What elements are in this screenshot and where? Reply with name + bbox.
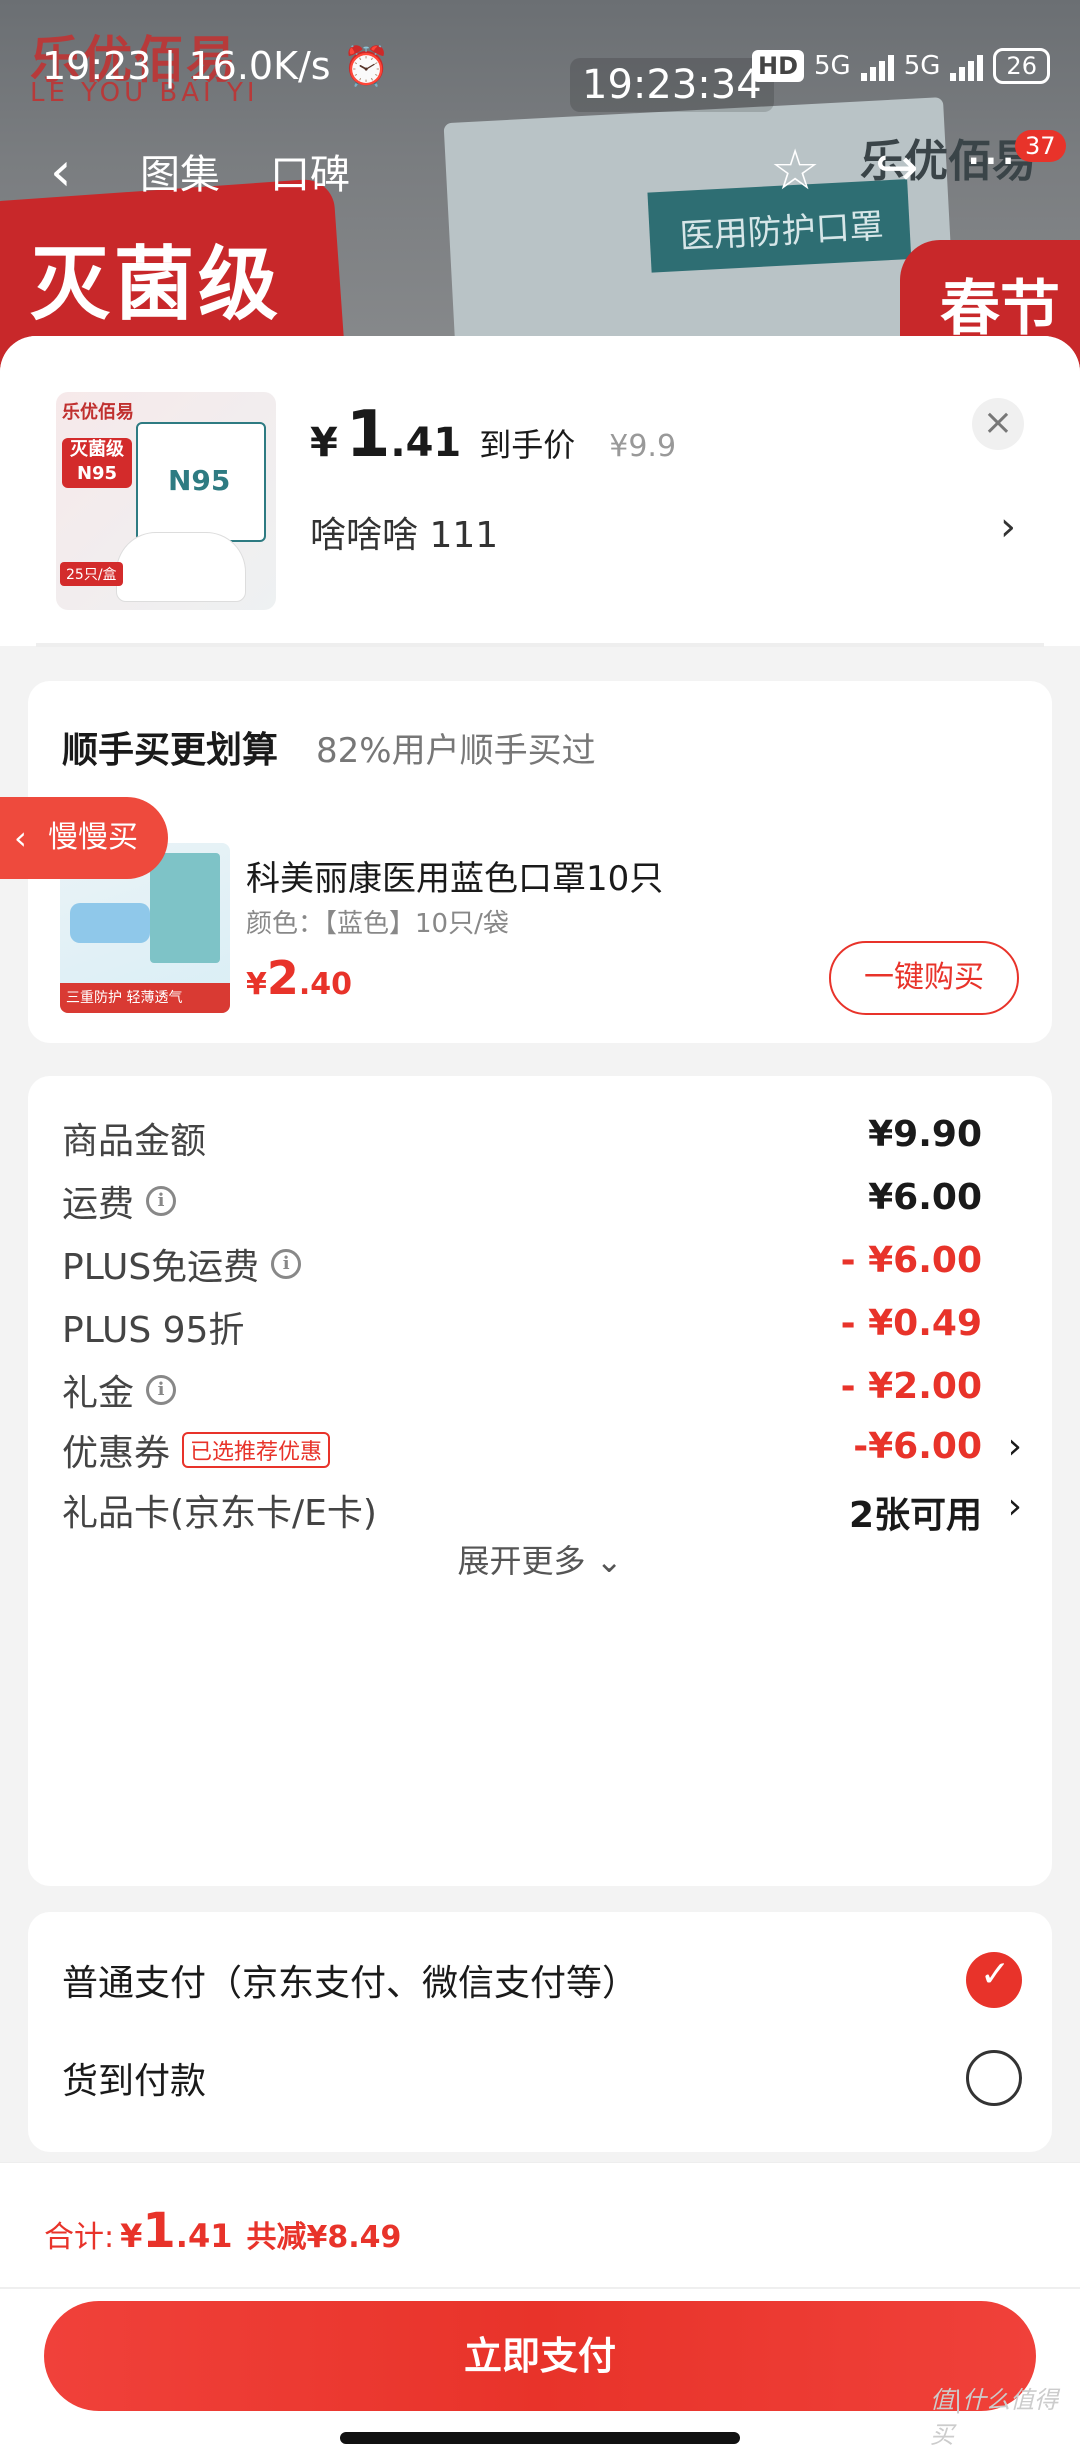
close-icon[interactable]: × [972,398,1024,450]
addon-spec: 颜色：【蓝色】10只/袋 [246,909,509,939]
expand-more-button[interactable]: 展开更多 ⌄ [28,1536,1052,1582]
info-icon[interactable]: i [271,1249,302,1279]
radio-checked-icon[interactable]: ✓ [966,1952,1022,2008]
favorite-star-icon[interactable]: ☆ [770,138,820,203]
back-arrow-icon[interactable]: ‹ [50,140,72,203]
product-nav-bar: ‹ 图集 口碑 ☆ ↪ ⋯ 37 [0,130,1080,230]
addon-thumb-strip: 三重防护 轻薄透气 [60,983,230,1013]
status-time: 19:23 | 16.0K/s ⏰ [42,44,391,88]
order-total: 合计: ¥1.41 共减¥8.49 [44,2203,402,2259]
coupon-recommended-tag: 已选推荐优惠 [182,1432,331,1468]
thumb-box: N95 [136,422,266,542]
final-price: ¥1.41 到手价 ¥9.9 [310,398,677,472]
fee-row-gift-money: 礼金 i - ¥2.00 [62,1366,982,1414]
message-count-badge: 37 [1015,130,1066,162]
addon-recommendation-card: 顺手买更划算 82%用户顺手买过 三重防护 轻薄透气 科美丽康医用蓝色口罩10只… [28,681,1052,1043]
pay-now-button[interactable]: 立即支付 [44,2301,1036,2411]
share-icon[interactable]: ↪ [875,138,919,198]
signal-icon [860,51,894,81]
final-price-label: 到手价 [479,426,576,464]
home-indicator[interactable] [340,2432,740,2444]
status-indicators: HD 5G 5G 26 [752,48,1050,84]
price-tracker-tab[interactable]: ‹ 慢慢买 [0,797,168,879]
chevron-right-icon[interactable]: › [1008,1426,1022,1467]
banner-text: 灭菌级 [30,238,282,331]
payment-option-cod[interactable]: 货到付款 [62,2040,1022,2120]
thumb-badge: 灭菌级 N95 [62,438,132,488]
more-icon[interactable]: ⋯ [965,130,1017,190]
addon-name[interactable]: 科美丽康医用蓝色口罩10只 [246,851,663,900]
thumb-brand: 乐优佰易 [62,402,134,423]
fee-row-plus-free-shipping: PLUS免运费 i - ¥6.00 [62,1240,982,1288]
fee-row-plus-discount: PLUS 95折 - ¥0.49 [62,1303,982,1351]
info-icon[interactable]: i [146,1375,177,1405]
divider [36,643,1044,647]
total-savings: 共减¥8.49 [246,2220,402,2255]
chevron-right-icon[interactable]: › [1000,504,1016,550]
divider [0,2287,1080,2289]
thumb-tag: 25只/盒 [60,562,123,586]
one-click-buy-button[interactable]: 一键购买 [829,941,1019,1015]
tab-reviews[interactable]: 口碑 [270,142,350,200]
watermark-logo: 值|什么值得买 [930,2386,1059,2449]
hd-voice-icon: HD [752,50,805,82]
fee-row-goods: 商品金额 ¥9.90 [62,1114,982,1162]
radio-unchecked-icon[interactable] [966,2050,1022,2106]
payment-option-standard[interactable]: 普通支付（京东支付、微信支付等） ✓ [62,1942,1022,2022]
status-bar: 19:23 | 16.0K/s ⏰ 19:23:34 HD 5G 5G 26 [0,0,1080,140]
fee-row-coupon[interactable]: 优惠券 已选推荐优惠 -¥6.00 › [62,1420,1022,1480]
signal-icon-2 [950,51,984,81]
addon-title: 顺手买更划算 [62,730,279,771]
chevron-left-icon: ‹ [14,819,27,857]
chevron-down-icon: ⌄ [595,1542,623,1580]
original-price: ¥9.9 [609,429,677,464]
selected-variant[interactable]: 啥啥啥 111 [310,506,498,558]
alarm-icon: ⏰ [342,44,391,88]
checkout-sheet: 乐优佰易 灭菌级 N95 N95 25只/盒 ¥1.41 到手价 ¥9.9 × … [0,336,1080,2460]
addon-subtitle: 82%用户顺手买过 [316,731,596,771]
thumb-mask [116,532,246,602]
network-type-1: 5G [814,51,851,81]
fee-row-gift-card[interactable]: 礼品卡(京东卡/E卡) 2张可用 › [62,1480,1022,1540]
battery-icon: 26 [993,48,1050,84]
addon-price: ¥2.40 [246,951,353,1005]
network-type-2: 5G [903,51,941,81]
tab-gallery[interactable]: 图集 [140,142,220,200]
chevron-right-icon[interactable]: › [1008,1486,1022,1527]
checkout-bottom-bar: 合计: ¥1.41 共减¥8.49 立即支付 [0,2162,1080,2460]
payment-method-card: 普通支付（京东支付、微信支付等） ✓ 货到付款 [28,1912,1052,2152]
product-summary: 乐优佰易 灭菌级 N95 N95 25只/盒 ¥1.41 到手价 ¥9.9 × … [0,336,1080,647]
fee-row-shipping: 运费 i ¥6.00 [62,1177,982,1225]
product-thumbnail: 乐优佰易 灭菌级 N95 N95 25只/盒 [56,392,276,610]
floating-clock: 19:23:34 [570,58,774,112]
price-breakdown-card: 商品金额 ¥9.90 运费 i ¥6.00 PLUS免运费 i - ¥6.00 PL… [28,1076,1052,1886]
info-icon[interactable]: i [146,1186,177,1216]
